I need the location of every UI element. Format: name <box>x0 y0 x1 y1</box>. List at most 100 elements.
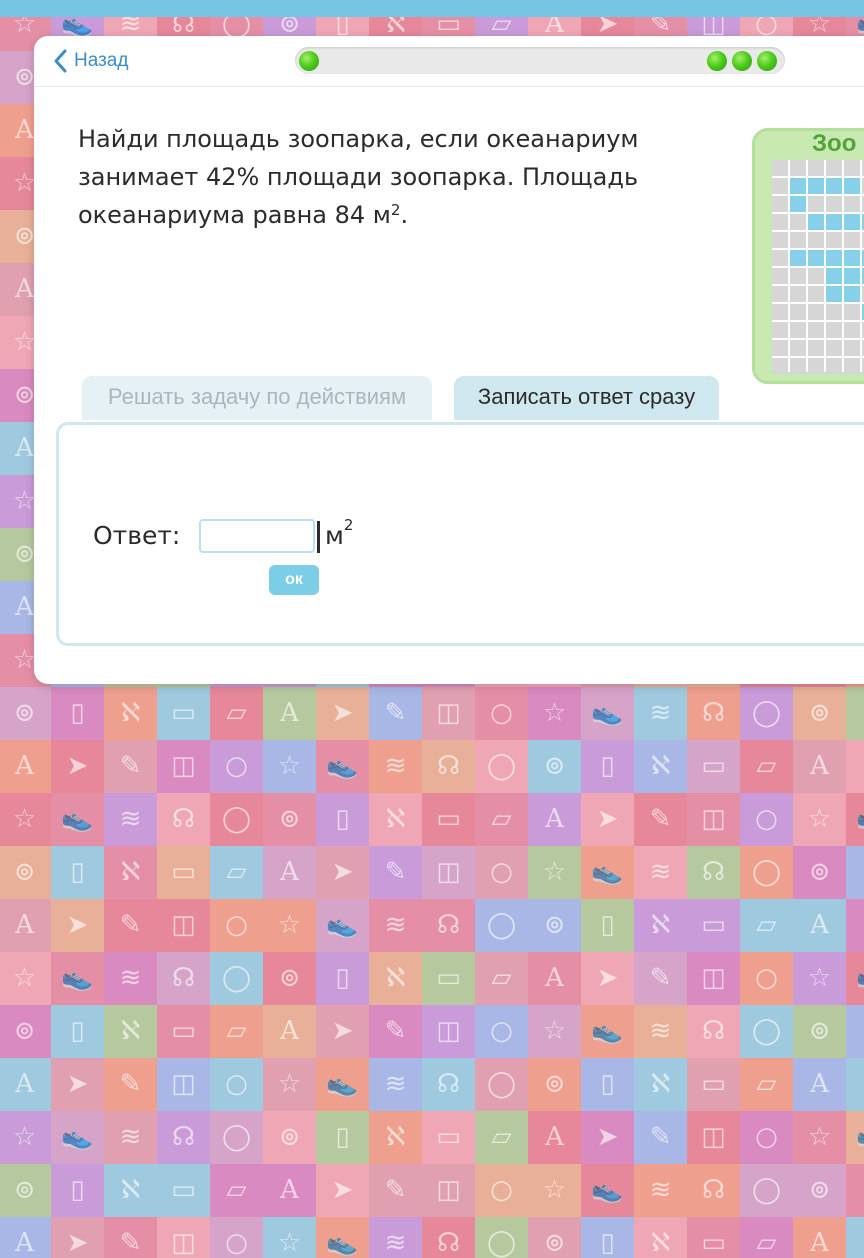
background-tile: A <box>793 899 846 952</box>
background-tile: ☆ <box>263 1058 316 1111</box>
background-tile: A <box>528 1111 581 1164</box>
sneaker-icon: 👟 <box>61 1122 94 1152</box>
zoo-grid-cell <box>826 268 842 284</box>
skateboard-icon: ▭ <box>171 1175 196 1205</box>
background-tile: ✎ <box>104 1058 157 1111</box>
letter-a-icon: A <box>545 804 564 834</box>
zoo-grid-cell <box>808 196 824 212</box>
book-icon: ▱ <box>226 698 247 728</box>
background-tile: ℵ <box>369 1111 422 1164</box>
sneaker-icon: 👟 <box>591 1175 624 1205</box>
zoo-grid-cell <box>826 214 842 230</box>
background-tile: ▱ <box>475 952 528 1005</box>
back-button[interactable]: Назад <box>52 48 128 74</box>
background-tile: ▯ <box>846 687 864 740</box>
background-tile: ⊚ <box>528 1217 581 1258</box>
chevron-left-icon <box>54 49 67 73</box>
background-tile: ✎ <box>369 687 422 740</box>
card-header: Назад <box>34 36 864 87</box>
skateboard-icon: ▭ <box>171 857 196 887</box>
wifi-icon: ≋ <box>119 963 142 993</box>
pencil-icon: ✎ <box>119 1069 142 1099</box>
slingshot-icon: ℵ <box>120 1175 141 1205</box>
sneaker-icon: 👟 <box>326 1228 359 1258</box>
background-tile: ○ <box>475 687 528 740</box>
pencil-icon: ✎ <box>384 1016 407 1046</box>
apple-icon: ◯ <box>486 751 517 781</box>
zoo-grid-cell <box>772 214 788 230</box>
globe-icon: ⊚ <box>543 910 566 940</box>
background-tile: ◫ <box>157 1058 210 1111</box>
circle-icon: ○ <box>490 857 513 887</box>
ok-button[interactable]: ок <box>269 565 319 595</box>
background-tile: ◯ <box>740 846 793 899</box>
circle-icon: ○ <box>490 698 513 728</box>
background-tile: 👟 <box>316 1058 369 1111</box>
wifi-icon: ≋ <box>649 698 672 728</box>
tab-solve-by-steps[interactable]: Решать задачу по действиям <box>82 376 432 420</box>
background-tile: ℵ <box>634 1217 687 1258</box>
tab-answer-directly[interactable]: Записать ответ сразу <box>454 376 719 420</box>
skateboard-icon: ▭ <box>171 1016 196 1046</box>
answer-input[interactable] <box>199 519 315 553</box>
ipod-icon: ▯ <box>600 910 615 940</box>
globe-icon: ⊚ <box>13 1175 36 1205</box>
background-tile: ☊ <box>687 1005 740 1058</box>
background-tile: ℵ <box>634 899 687 952</box>
skateboard-icon: ▭ <box>171 698 196 728</box>
background-tile: ▯ <box>316 793 369 846</box>
background-tile: ⊚ <box>0 1164 51 1217</box>
zoo-grid-cell <box>790 160 806 176</box>
backpack-icon: ◫ <box>436 698 461 728</box>
background-tile: ✎ <box>634 1111 687 1164</box>
pencil-icon: ✎ <box>119 910 142 940</box>
paper-plane-icon: ➤ <box>846 740 864 793</box>
background-tile: ▭ <box>422 952 475 1005</box>
zoo-grid-cell <box>772 304 788 320</box>
paper-plane-icon: ➤ <box>331 698 354 728</box>
background-tile: ◯ <box>740 687 793 740</box>
task-card: Назад Найди площадь зоопарка, если океан… <box>34 36 864 684</box>
background-tile: ☊ <box>687 846 740 899</box>
star-icon: ☆ <box>807 804 832 834</box>
background-tile: 👟 <box>846 1111 864 1164</box>
background-tile: ◯ <box>475 1217 528 1258</box>
pencil-icon: ✎ <box>119 1228 142 1258</box>
background-tile: ◯ <box>475 899 528 952</box>
background-tile: ≋ <box>104 1111 157 1164</box>
background-tile: ◯ <box>740 1005 793 1058</box>
zoo-grid-cell <box>826 322 842 338</box>
slingshot-icon: ℵ <box>120 857 141 887</box>
book-icon: ▱ <box>226 1175 247 1205</box>
wifi-icon: ≋ <box>119 1122 142 1152</box>
background-tile: ≋ <box>369 899 422 952</box>
background-tile: ◫ <box>687 1111 740 1164</box>
zoo-grid-cell <box>790 196 806 212</box>
background-tile: ≋ <box>634 846 687 899</box>
skateboard-icon: ▭ <box>436 963 461 993</box>
background-tile: ≋ <box>104 952 157 1005</box>
background-tile: ◫ <box>422 846 475 899</box>
zoo-grid-cell <box>826 178 842 194</box>
background-tile: ℵ <box>634 740 687 793</box>
background-tile: ◫ <box>422 687 475 740</box>
top-status-bar <box>0 0 864 17</box>
background-tile: 👟 <box>581 846 634 899</box>
apple-icon: ◯ <box>751 1016 782 1046</box>
zoo-grid-cell <box>772 250 788 266</box>
zoo-grid-cell <box>844 178 860 194</box>
question-line-1: Найди площадь зоопарка, если океанариум <box>78 125 639 153</box>
background-tile: ▭ <box>422 793 475 846</box>
unit-text: м <box>325 521 344 550</box>
letter-a-icon: A <box>280 857 299 887</box>
zoo-grid-cell <box>772 322 788 338</box>
background-tile: 👟 <box>316 899 369 952</box>
star-icon: ☆ <box>12 1122 37 1152</box>
backpack-icon: ◫ <box>171 1228 196 1258</box>
background-tile: ○ <box>210 899 263 952</box>
zoo-grid-cell <box>844 358 860 374</box>
zoo-grid-cell <box>808 286 824 302</box>
globe-icon: ⊚ <box>278 963 301 993</box>
zoo-grid-cell <box>772 196 788 212</box>
globe-icon: ⊚ <box>543 1228 566 1258</box>
